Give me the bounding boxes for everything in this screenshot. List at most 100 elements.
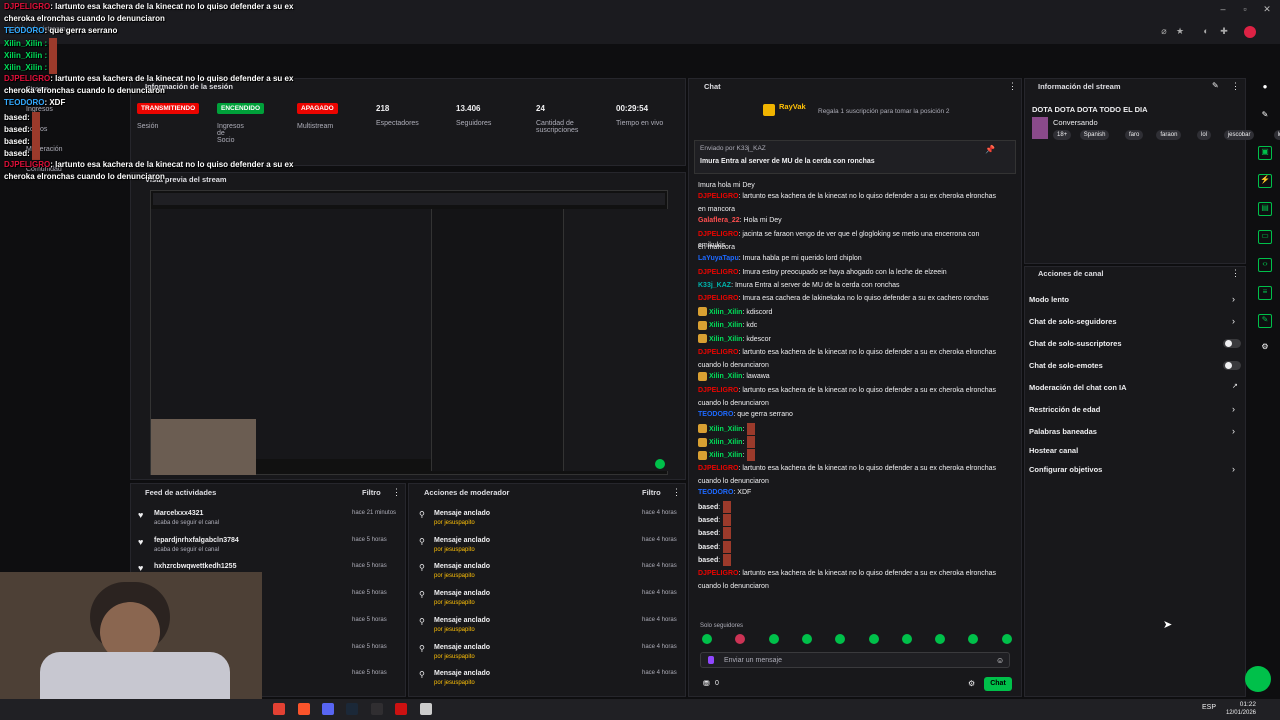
chat-username[interactable]: based	[698, 544, 718, 551]
channel-action-label[interactable]: Restricción de edad	[1029, 405, 1100, 414]
chat-message[interactable]: Xilin_Xilin:	[698, 436, 998, 448]
mod-filter-button[interactable]: Filtro	[642, 488, 661, 497]
chevron-right-icon[interactable]: ›	[1232, 316, 1235, 326]
chat-message[interactable]: cuando lo denunciaron	[698, 581, 998, 592]
emote-icon[interactable]	[768, 634, 779, 644]
chat-username[interactable]: Xilin_Xilin	[709, 322, 742, 329]
clock-time[interactable]: 01:22	[1228, 701, 1256, 708]
brave-icon[interactable]	[298, 703, 310, 715]
chevron-right-icon[interactable]: ›	[1232, 404, 1235, 414]
emote-picker-icon[interactable]: ☺	[996, 656, 1004, 665]
gift-note[interactable]: Regala 1 suscripción para tomar la posic…	[818, 108, 950, 115]
bits-icon[interactable]	[708, 656, 714, 664]
chat-message[interactable]: TEODORO: que gerra serrano	[698, 409, 998, 420]
chat-message[interactable]: Xilin_Xilin: kdiscord	[698, 307, 998, 318]
steam-icon[interactable]	[346, 703, 358, 715]
lightning-icon[interactable]: ⚡	[1258, 174, 1272, 188]
chat-username[interactable]: based	[698, 503, 718, 510]
chat-message[interactable]: Imura hola mi Dey	[698, 180, 998, 191]
chat-username[interactable]: Xilin_Xilin	[709, 336, 742, 343]
wrench-icon[interactable]: ✎	[1258, 314, 1272, 328]
chat-message[interactable]: TEODORO: XDF	[698, 487, 998, 498]
chat-bubble-icon[interactable]: ▭	[1258, 230, 1272, 244]
chat-message[interactable]: based:	[698, 554, 998, 567]
chat-username[interactable]: DJPELIGRO	[698, 193, 738, 200]
edit-icon[interactable]: ✎	[1212, 81, 1219, 90]
chat-username[interactable]: K33j_KAZ	[698, 282, 731, 289]
mod-item-name[interactable]: Mensaje anclado	[434, 590, 490, 597]
minimize-icon[interactable]: –	[1216, 4, 1230, 14]
obs-icon[interactable]	[371, 703, 383, 715]
chat-message[interactable]: LaYuyaTapu: Imura habla pe mi querido lo…	[698, 253, 998, 264]
external-link-icon[interactable]: ↗	[1232, 382, 1238, 390]
maximize-icon[interactable]: ▫	[1238, 4, 1252, 14]
chat-username[interactable]: based	[698, 517, 718, 524]
stream-tag[interactable]: Spanish	[1079, 130, 1110, 140]
channel-points-icon[interactable]: ⛃	[703, 679, 710, 688]
mod-item-name[interactable]: Mensaje anclado	[434, 617, 490, 624]
chat-username[interactable]: DJPELIGRO	[698, 570, 738, 577]
puzzle-icon[interactable]: ✚	[1218, 26, 1230, 38]
emote-icon[interactable]	[1001, 634, 1012, 644]
emote-icon[interactable]	[901, 634, 912, 644]
chevron-right-icon[interactable]: ›	[1232, 464, 1235, 474]
feed-item-name[interactable]: Marcelxxx4321	[154, 510, 203, 517]
chat-username[interactable]: DJPELIGRO	[698, 465, 738, 472]
chat-message[interactable]: DJPELIGRO: lartunto esa kachera de la ki…	[698, 463, 998, 474]
mod-item-by[interactable]: por jesuspapito	[434, 520, 475, 526]
chat-username[interactable]: based	[698, 557, 718, 564]
channel-action-label[interactable]: Hostear canal	[1029, 446, 1078, 455]
feed-filter-button[interactable]: Filtro	[362, 488, 381, 497]
document-icon[interactable]: ▤	[1258, 202, 1272, 216]
more-icon[interactable]: ⋮	[1008, 81, 1017, 92]
list-icon[interactable]: ≡	[1258, 286, 1272, 300]
chrome-icon[interactable]	[273, 703, 285, 715]
channel-action-label[interactable]: Chat de solo-emotes	[1029, 361, 1103, 370]
chat-message[interactable]: cuando lo denunciaron	[698, 398, 998, 409]
chevron-right-icon[interactable]: ›	[1232, 294, 1235, 304]
chat-message[interactable]: based:	[698, 500, 998, 513]
chat-message[interactable]: Xilin_Xilin: lawawa	[698, 371, 998, 382]
app-icon[interactable]	[420, 703, 432, 715]
edit-icon[interactable]: ✎	[1258, 110, 1272, 124]
chat-username[interactable]: DJPELIGRO	[698, 269, 738, 276]
chat-username[interactable]: Galaflera_22	[698, 217, 740, 224]
emote-icon[interactable]	[868, 634, 879, 644]
chat-message[interactable]: DJPELIGRO: Imura estoy preocupado se hay…	[698, 267, 998, 278]
stream-tag[interactable]: 18+	[1053, 130, 1072, 140]
chat-username[interactable]: LaYuyaTapu	[698, 255, 739, 262]
chat-message[interactable]: K33j_KAZ: Imura Entra al server de MU de…	[698, 280, 998, 291]
stream-tag[interactable]: faro	[1125, 130, 1144, 140]
mod-item-by[interactable]: por jesuspapito	[434, 627, 475, 633]
star-icon[interactable]: ★	[1174, 26, 1186, 38]
language-indicator[interactable]: ESP	[1202, 704, 1216, 711]
chat-message[interactable]: based:	[698, 527, 998, 540]
translate-icon[interactable]: ◐	[1200, 26, 1212, 38]
chat-username[interactable]: Xilin_Xilin	[709, 452, 742, 459]
help-chat-button[interactable]	[1245, 666, 1271, 692]
emote-icon[interactable]	[801, 634, 812, 644]
stream-preview-video[interactable]	[150, 190, 669, 475]
chat-username[interactable]: Xilin_Xilin	[709, 309, 742, 316]
chat-username[interactable]: DJPELIGRO	[698, 349, 738, 356]
chat-username[interactable]: Xilin_Xilin	[709, 425, 742, 432]
settings-icon[interactable]: ⚙	[1258, 342, 1272, 356]
channel-action-label[interactable]: Chat de solo-suscriptores	[1029, 339, 1122, 348]
channel-action-label[interactable]: Palabras baneadas	[1029, 427, 1097, 436]
more-icon[interactable]: ⋮	[672, 487, 681, 498]
mod-item-name[interactable]: Mensaje anclado	[434, 563, 490, 570]
extension-icon[interactable]: ⌀	[1158, 26, 1170, 38]
chat-message[interactable]: Xilin_Xilin: kdc	[698, 320, 998, 331]
chat-message[interactable]: based:	[698, 514, 998, 526]
chat-username[interactable]: TEODORO	[698, 411, 733, 418]
mod-item-name[interactable]: Mensaje anclado	[434, 670, 490, 677]
category-name[interactable]: Conversando	[1053, 118, 1098, 127]
chat-message[interactable]: DJPELIGRO: lartunto esa kachera de la ki…	[698, 191, 998, 202]
channel-action-label[interactable]: Chat de solo-seguidores	[1029, 317, 1117, 326]
info-icon[interactable]: ●	[1258, 82, 1272, 96]
stream-tag[interactable]: jescobar	[1223, 130, 1255, 140]
code-icon[interactable]: ‹›	[1258, 258, 1272, 272]
mod-item-by[interactable]: por jesuspapito	[434, 654, 475, 660]
channel-action-label[interactable]: Modo lento	[1029, 295, 1069, 304]
chat-message[interactable]: Xilin_Xilin:	[698, 449, 998, 462]
